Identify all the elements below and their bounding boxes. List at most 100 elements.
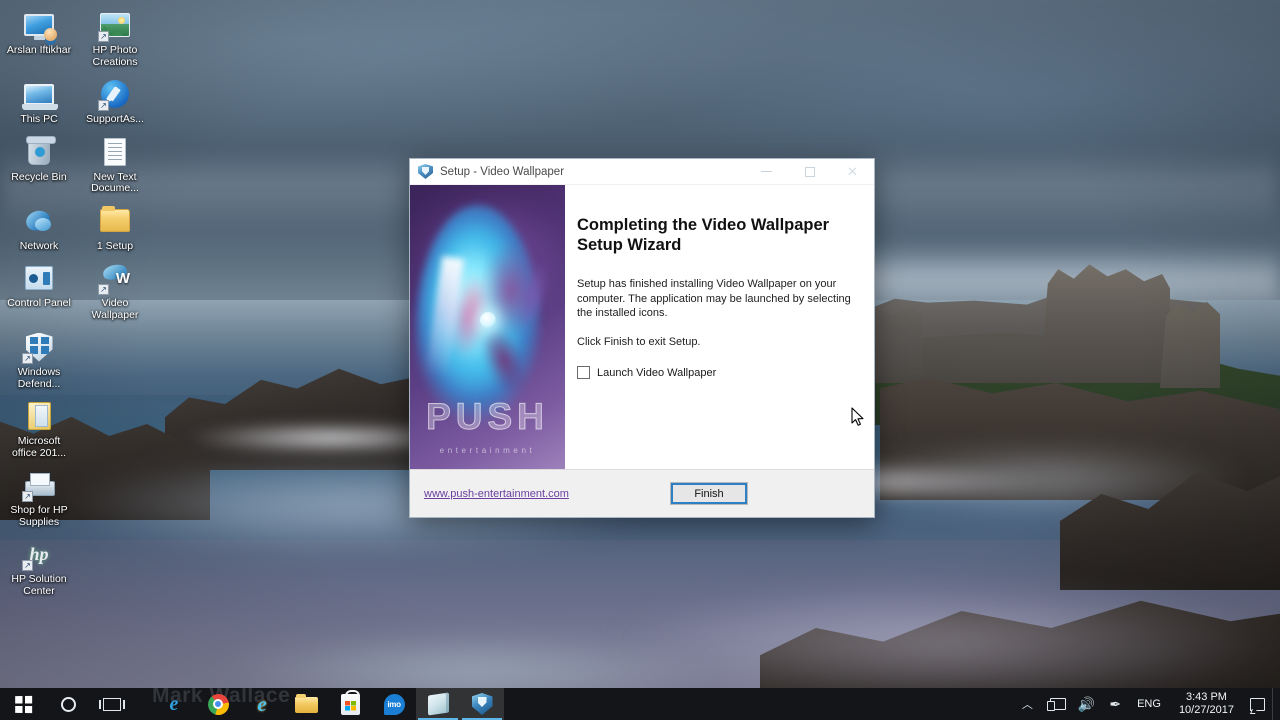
show-desktop-button[interactable] xyxy=(1272,688,1280,720)
shortcut-arrow-icon xyxy=(22,560,33,571)
desktop-icon-recycle-bin[interactable]: Recycle Bin xyxy=(4,131,74,200)
launch-video-wallpaper-checkbox-row[interactable]: Launch Video Wallpaper xyxy=(577,366,856,379)
taskbar-app-google-chrome[interactable] xyxy=(196,688,240,720)
taskbar-app-microsoft-store[interactable] xyxy=(328,688,372,720)
hp-icon: hp xyxy=(22,537,56,571)
setup-wizard-dialog[interactable]: Setup - Video Wallpaper ✕ PUSH entertain… xyxy=(409,158,875,518)
desktop-icon-label: New Text Docume... xyxy=(91,170,139,194)
dialog-paragraph-1: Setup has finished installing Video Wall… xyxy=(577,278,851,319)
printer-icon xyxy=(22,468,56,502)
window-controls: ✕ xyxy=(745,159,874,185)
language-indicator[interactable]: ENG xyxy=(1128,688,1170,720)
clock-time: 3:43 PM xyxy=(1185,691,1227,703)
task-view-button[interactable] xyxy=(90,688,134,720)
desktop-icon-shop-for-hp-supplies[interactable]: Shop for HP Supplies xyxy=(4,464,74,533)
clock[interactable]: 3:43 PM 10/27/2017 xyxy=(1170,688,1243,720)
launch-video-wallpaper-label: Launch Video Wallpaper xyxy=(597,366,717,379)
dialog-body: PUSH entertainment Completing the Video … xyxy=(410,185,874,469)
desktop-icon-label: Windows Defend... xyxy=(17,366,61,390)
desktop-icon-label: Recycle Bin xyxy=(11,170,67,183)
system-tray: ︿ 🔊 ✒ ENG 3:43 PM 10/27/2017 xyxy=(1015,688,1280,720)
shortcut-arrow-icon xyxy=(98,31,109,42)
desktop-icon-label: Video Wallpaper xyxy=(91,297,139,321)
show-hidden-icons-chevron: ︿ xyxy=(1021,699,1033,711)
desktop-icon-label: Shop for HP Supplies xyxy=(10,504,68,528)
desktop-icon-arslan-iftikhar[interactable]: Arslan Iftikhar xyxy=(4,4,74,73)
cortana-search-icon xyxy=(60,696,76,712)
text-document-icon xyxy=(98,135,132,169)
desktop-icon-label: HP Photo Creations xyxy=(92,44,138,68)
action-center-button[interactable] xyxy=(1243,688,1272,720)
taskbar-app-imo[interactable]: imo xyxy=(372,688,416,720)
taskbar-app-video-wallpaper-setup[interactable] xyxy=(460,688,504,720)
dialog-title-bar[interactable]: Setup - Video Wallpaper ✕ xyxy=(410,159,874,185)
chrome-icon xyxy=(207,693,229,715)
volume-icon: 🔊 xyxy=(1077,696,1096,712)
desktop-icon-grid: Arslan Iftikhar HP Photo Creations This … xyxy=(4,4,150,602)
desktop-icon-windows-defender[interactable]: Windows Defend... xyxy=(4,326,74,395)
task-view-icon xyxy=(99,697,125,711)
desktop-icon-control-panel[interactable]: Control Panel xyxy=(4,257,74,326)
desktop-icon-microsoft-office[interactable]: Microsoft office 201... xyxy=(4,395,74,464)
desktop-icon-hp-photo-creations[interactable]: HP Photo Creations xyxy=(80,4,150,73)
maximize-button[interactable] xyxy=(788,159,831,185)
dialog-title: Setup - Video Wallpaper xyxy=(440,165,565,178)
close-button[interactable]: ✕ xyxy=(831,159,874,185)
recycle-bin-icon xyxy=(22,135,56,169)
dialog-content: Completing the Video Wallpaper Setup Wiz… xyxy=(565,185,874,469)
setup-shield-icon xyxy=(418,164,433,179)
pen-workspace-button[interactable]: ✒ xyxy=(1102,688,1128,720)
desktop-icon-label: Control Panel xyxy=(7,297,71,309)
desktop-icon-video-wallpaper[interactable]: W Video Wallpaper xyxy=(80,257,150,326)
push-logo-text: PUSH xyxy=(426,396,549,437)
desktop-icon-label: Microsoft office 201... xyxy=(11,435,67,459)
taskbar-app-microsoft-edge[interactable]: e xyxy=(152,688,196,720)
shortcut-arrow-icon xyxy=(98,100,109,111)
folder-icon xyxy=(98,204,132,238)
internet-explorer-icon: e xyxy=(257,692,267,716)
taskbar[interactable]: Mark Wallace e e imo ︿ 🔊 ✒ ENG 3:43 PM 1… xyxy=(0,684,1280,720)
control-panel-icon xyxy=(22,261,56,295)
shortcut-arrow-icon xyxy=(22,491,33,502)
user-monitor-icon xyxy=(22,8,57,42)
taskbar-app-internet-explorer[interactable]: e xyxy=(240,688,284,720)
push-entertainment-link[interactable]: www.push-entertainment.com xyxy=(424,488,569,500)
network-icon xyxy=(1046,697,1066,711)
taskbar-app-sticky-notes[interactable] xyxy=(416,688,460,720)
notes-icon xyxy=(427,692,449,716)
desktop-icon-label: Arslan Iftikhar xyxy=(6,44,72,56)
show-hidden-icons-button[interactable]: ︿ xyxy=(1015,688,1040,720)
action-center-icon xyxy=(1250,697,1265,711)
desktop-icon-this-pc[interactable]: This PC xyxy=(4,73,74,131)
shortcut-arrow-icon xyxy=(98,284,109,295)
clock-date: 10/27/2017 xyxy=(1178,704,1234,716)
windows-defender-icon xyxy=(22,330,56,364)
desktop-icon-label: HP Solution Center xyxy=(11,573,67,597)
dialog-heading: Completing the Video Wallpaper Setup Wiz… xyxy=(577,216,830,254)
finish-button[interactable]: Finish xyxy=(670,482,748,505)
cortana-search-button[interactable] xyxy=(46,688,90,720)
dialog-footer: www.push-entertainment.com Finish xyxy=(410,469,874,517)
desktop-icon-1-setup[interactable]: 1 Setup xyxy=(80,200,150,258)
network-tray-button[interactable] xyxy=(1040,688,1071,720)
entertainment-logo-text: entertainment xyxy=(439,446,536,455)
desktop-icon-support-assistant[interactable]: SupportAs... xyxy=(80,73,150,131)
volume-tray-button[interactable]: 🔊 xyxy=(1071,688,1102,720)
network-icon xyxy=(22,204,56,238)
support-assistant-icon xyxy=(98,77,132,111)
taskbar-app-file-explorer[interactable] xyxy=(284,688,328,720)
shortcut-arrow-icon xyxy=(22,353,33,364)
desktop-icon-network[interactable]: Network xyxy=(4,200,74,258)
photo-icon xyxy=(98,8,132,42)
desktop-icon-new-text-document[interactable]: New Text Docume... xyxy=(80,131,150,200)
pen-workspace-icon: ✒ xyxy=(1109,696,1122,712)
desktop-icon-hp-solution-center[interactable]: hp HP Solution Center xyxy=(4,533,74,602)
store-icon xyxy=(340,689,360,715)
start-button[interactable] xyxy=(0,688,46,720)
push-entertainment-splash-image: PUSH entertainment xyxy=(410,185,565,469)
launch-video-wallpaper-checkbox[interactable] xyxy=(577,366,590,379)
desktop-icon-label: Network xyxy=(19,239,59,252)
file-explorer-icon xyxy=(294,694,318,713)
desktop-icon-label: This PC xyxy=(20,113,58,125)
minimize-button[interactable] xyxy=(745,159,788,185)
